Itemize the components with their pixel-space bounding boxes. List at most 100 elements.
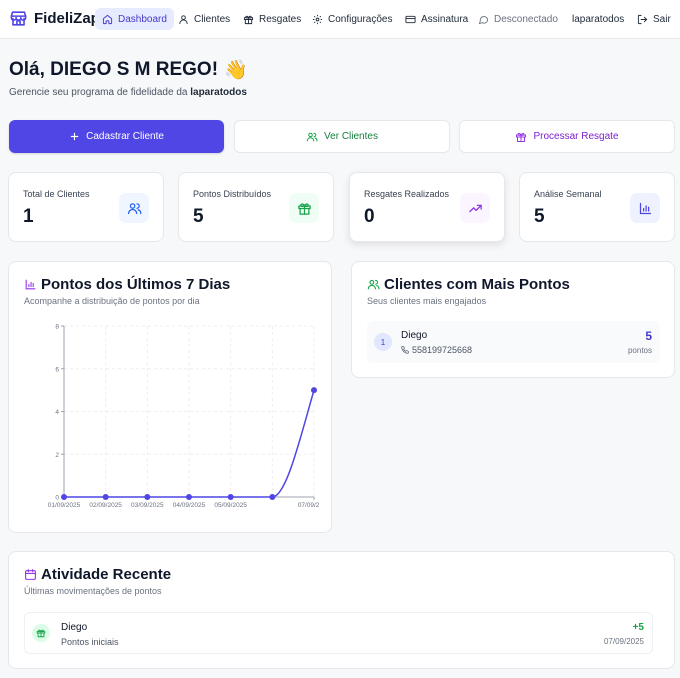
activity-title-text: Atividade Recente bbox=[41, 566, 172, 583]
gear-icon bbox=[312, 14, 328, 25]
activity-points: +5 bbox=[632, 622, 644, 633]
chart-title-text: Pontos dos Últimos 7 Dias bbox=[41, 276, 231, 293]
activity-title: Atividade Recente bbox=[24, 566, 171, 583]
stat-points-distributed: Pontos Distribuídos 5 bbox=[178, 172, 334, 242]
phone-icon bbox=[401, 346, 412, 354]
user-icon bbox=[178, 14, 194, 25]
y-tick-label: 4 bbox=[55, 409, 59, 416]
brand[interactable]: FideliZap bbox=[9, 9, 100, 28]
stat-label: Total de Clientes bbox=[23, 189, 90, 199]
bar-chart-icon bbox=[24, 278, 41, 291]
rank-badge: 1 bbox=[374, 333, 392, 351]
stat-value: 5 bbox=[193, 206, 204, 227]
logout-label: Sair bbox=[653, 13, 671, 25]
nav-store-name[interactable]: laparatodos bbox=[572, 8, 624, 30]
process-redeem-button[interactable]: Processar Resgate bbox=[459, 120, 675, 153]
data-point bbox=[311, 387, 317, 394]
y-tick-label: 2 bbox=[55, 452, 59, 459]
stat-value: 0 bbox=[364, 206, 375, 227]
page-title: Olá, DIEGO S M REGO! 👋 bbox=[9, 58, 248, 82]
y-tick-label: 6 bbox=[55, 366, 59, 373]
top-navbar: FideliZap Dashboard Clientes Resgates Co… bbox=[0, 0, 680, 39]
stat-redeems: Resgates Realizados 0 bbox=[349, 172, 505, 242]
users-icon bbox=[306, 131, 324, 143]
top-clients-panel: Clientes com Mais Pontos Seus clientes m… bbox=[351, 261, 675, 378]
top-clients-title-text: Clientes com Mais Pontos bbox=[384, 276, 570, 293]
store-icon bbox=[9, 9, 28, 28]
chart-panel-subtitle: Acompanhe a distribuição de pontos por d… bbox=[24, 296, 200, 306]
nav-configuracoes-label: Configurações bbox=[328, 13, 393, 25]
page-subtitle: Gerencie seu programa de fidelidade da l… bbox=[9, 87, 247, 98]
client-phone: 558199725668 bbox=[401, 345, 472, 355]
x-tick-label: 02/09/2025 bbox=[89, 502, 122, 509]
greeting-text: Olá, DIEGO S M REGO! bbox=[9, 59, 219, 80]
points-chart-panel: Pontos dos Últimos 7 Dias Acompanhe a di… bbox=[8, 261, 332, 533]
subtitle-text: Gerencie seu programa de fidelidade da bbox=[9, 87, 188, 98]
chat-bubble-icon bbox=[478, 14, 494, 25]
plus-icon bbox=[69, 131, 86, 142]
nav-resgates-label: Resgates bbox=[259, 13, 302, 25]
line-chart: 0 2 4 6 8 01/09/2025 02/09/2025 03/09/2025 04/09… bbox=[48, 324, 319, 510]
stat-value: 5 bbox=[534, 206, 545, 227]
connection-status-label: Desconectado bbox=[494, 13, 558, 25]
stat-weekly-analysis: Análise Semanal 5 bbox=[519, 172, 675, 242]
home-icon bbox=[102, 14, 118, 25]
data-point bbox=[61, 494, 67, 500]
nav-configuracoes[interactable]: Configurações bbox=[312, 8, 392, 30]
stat-value: 1 bbox=[23, 206, 34, 227]
add-client-button[interactable]: Cadastrar Cliente bbox=[9, 120, 224, 153]
process-redeem-label: Processar Resgate bbox=[533, 131, 619, 142]
activity-subtitle: Últimas movimentações de pontos bbox=[24, 586, 162, 596]
gift-icon bbox=[243, 14, 259, 25]
top-clients-subtitle: Seus clientes mais engajados bbox=[367, 296, 487, 306]
connection-status[interactable]: Desconectado bbox=[478, 8, 558, 30]
nav-clientes-label: Clientes bbox=[194, 13, 231, 25]
wave-emoji: 👋 bbox=[224, 60, 248, 81]
nav-assinatura[interactable]: Assinatura bbox=[405, 8, 468, 30]
users-icon bbox=[119, 193, 149, 223]
client-points: 5 bbox=[645, 329, 652, 343]
add-client-label: Cadastrar Cliente bbox=[86, 131, 164, 142]
brand-name: FideliZap bbox=[34, 10, 100, 27]
view-clients-button[interactable]: Ver Clientes bbox=[234, 120, 450, 153]
x-tick-label: 04/09/2025 bbox=[173, 502, 206, 509]
users-icon bbox=[367, 278, 384, 291]
list-item[interactable]: Diego Pontos iniciais +5 07/09/2025 bbox=[24, 612, 653, 654]
logout-icon bbox=[637, 14, 653, 25]
stat-total-clients: Total de Clientes 1 bbox=[8, 172, 164, 242]
recent-activity-panel: Atividade Recente Últimas movimentações … bbox=[8, 551, 675, 669]
data-point bbox=[227, 494, 234, 500]
calendar-icon bbox=[24, 568, 41, 581]
trending-up-icon bbox=[460, 193, 490, 223]
x-tick-label: 03/09/2025 bbox=[131, 502, 164, 509]
data-point bbox=[102, 494, 109, 500]
client-name: Diego bbox=[401, 330, 428, 341]
list-item[interactable]: 1 Diego 558199725668 5 pontos bbox=[367, 321, 660, 363]
nav-dashboard[interactable]: Dashboard bbox=[95, 8, 174, 30]
gift-icon bbox=[289, 193, 319, 223]
client-phone-text: 558199725668 bbox=[412, 345, 473, 355]
stat-label: Resgates Realizados bbox=[364, 189, 450, 199]
nav-resgates[interactable]: Resgates bbox=[243, 8, 301, 30]
data-point bbox=[144, 494, 151, 500]
y-tick-label: 0 bbox=[55, 495, 59, 502]
nav-dashboard-label: Dashboard bbox=[118, 13, 167, 25]
credit-card-icon bbox=[405, 14, 421, 25]
bar-chart-icon bbox=[630, 193, 660, 223]
activity-date: 07/09/2025 bbox=[603, 637, 644, 646]
chart-panel-title: Pontos dos Últimos 7 Dias bbox=[24, 276, 230, 293]
x-tick-label: 07/09/2025 bbox=[298, 502, 319, 509]
data-point bbox=[186, 494, 192, 500]
view-clients-label: Ver Clientes bbox=[324, 131, 378, 142]
y-tick-label: 8 bbox=[55, 324, 59, 331]
data-point bbox=[269, 494, 276, 500]
nav-assinatura-label: Assinatura bbox=[421, 13, 469, 25]
top-clients-title: Clientes com Mais Pontos bbox=[367, 276, 570, 293]
gift-icon bbox=[32, 624, 50, 642]
nav-clientes[interactable]: Clientes bbox=[178, 8, 230, 30]
stat-label: Análise Semanal bbox=[534, 189, 602, 199]
gift-icon bbox=[515, 131, 533, 143]
logout-button[interactable]: Sair bbox=[637, 8, 671, 30]
x-tick-label: 05/09/2025 bbox=[214, 502, 247, 509]
store-name: laparatodos bbox=[190, 87, 247, 98]
